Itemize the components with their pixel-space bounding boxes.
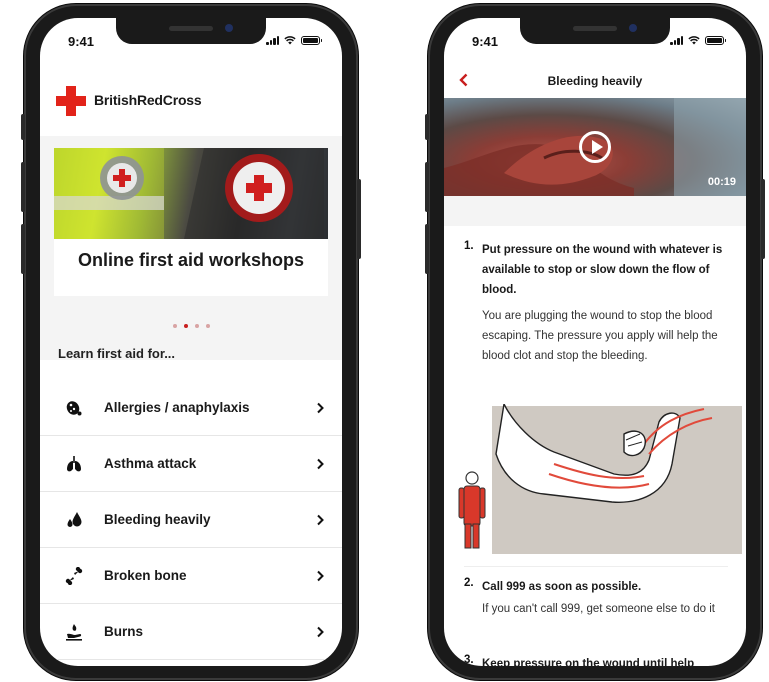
battery-icon [705, 35, 726, 45]
step-heading: Put pressure on the wound with whatever … [482, 244, 723, 296]
signal-icon [266, 35, 279, 45]
step-number: 3. [464, 654, 474, 666]
signal-icon [670, 35, 683, 45]
list-item-label: Broken bone [104, 568, 187, 583]
status-time: 9:41 [68, 34, 95, 49]
notch [520, 18, 670, 44]
mute-switch [425, 114, 429, 140]
step-1: 1. Put pressure on the wound with whatev… [464, 240, 728, 366]
scrollbar[interactable] [741, 648, 743, 666]
wifi-icon [688, 35, 700, 45]
step-heading: Keep pressure on the wound until help [482, 658, 695, 666]
battery-icon [301, 35, 322, 45]
step-number: 2. [464, 577, 474, 589]
power-button [357, 179, 361, 259]
step-2: 2. Call 999 as soon as possible. If you … [464, 566, 728, 619]
step-text: You are plugging the wound to stop the b… [482, 310, 718, 362]
list-item-label: Allergies / anaphylaxis [104, 400, 250, 415]
broken-bone-icon [64, 566, 84, 586]
status-time: 9:41 [472, 34, 499, 49]
step-number: 1. [464, 240, 474, 252]
list-item[interactable]: Bleeding heavily [40, 492, 342, 548]
banner-title: Online first aid workshops [77, 250, 305, 270]
list-item[interactable]: Asthma attack [40, 436, 342, 492]
detail-screen: 9:41 Bleeding heavily 00:19 1. Put press… [444, 18, 746, 666]
list-item[interactable]: Allergies / anaphylaxis [40, 380, 342, 436]
brand-name: BritishRedCross [94, 92, 202, 108]
carousel-pagination[interactable] [40, 324, 342, 328]
red-cross-logo-icon [56, 86, 86, 116]
notch [116, 18, 266, 44]
chevron-right-icon [317, 626, 324, 637]
play-icon[interactable] [579, 131, 611, 163]
section-divider [444, 196, 746, 226]
list-item-label: Burns [104, 624, 144, 639]
page-dot[interactable] [194, 324, 199, 328]
mute-switch [21, 114, 25, 140]
volume-down-button [21, 224, 25, 274]
video-duration: 00:19 [707, 176, 736, 188]
banner-photo [54, 148, 328, 239]
list-item-label: Asthma attack [104, 456, 197, 471]
power-button [761, 179, 765, 259]
list-item[interactable]: Burns [40, 604, 342, 660]
page-dot-active[interactable] [183, 324, 188, 328]
chevron-right-icon [317, 402, 324, 413]
bleeding-illustration [444, 404, 746, 556]
list-item-label: Bleeding heavily [104, 512, 211, 527]
workshop-banner[interactable]: Online first aid workshops [54, 148, 328, 296]
allergy-icon [64, 398, 84, 418]
page-title: Bleeding heavily [547, 74, 643, 88]
lungs-icon [64, 454, 84, 474]
step-3: 3. Keep pressure on the wound until help [464, 654, 728, 666]
brand-header: BritishRedCross [40, 62, 342, 136]
step-heading: Call 999 as soon as possible. [482, 581, 642, 593]
topic-list: Allergies / anaphylaxis Asthma attack Bl… [40, 380, 342, 660]
nav-bar: Bleeding heavily [444, 62, 746, 102]
page-dot[interactable] [172, 324, 177, 328]
volume-down-button [425, 224, 429, 274]
blood-drops-icon [64, 510, 84, 530]
burn-hand-icon [64, 622, 84, 642]
page-dot[interactable] [205, 324, 210, 328]
wifi-icon [284, 35, 296, 45]
home-screen: 9:41 BritishRedCross Online first aid wo… [40, 18, 342, 666]
left-phone: 9:41 BritishRedCross Online first aid wo… [21, 4, 361, 680]
learn-heading: Learn first aid for... [58, 346, 176, 361]
chevron-right-icon [317, 514, 324, 525]
right-phone: 9:41 Bleeding heavily 00:19 1. Put press… [425, 4, 765, 680]
video-player[interactable]: 00:19 [444, 98, 746, 196]
volume-up-button [425, 162, 429, 212]
list-item[interactable]: Broken bone [40, 548, 342, 604]
chevron-right-icon [317, 570, 324, 581]
step-text: If you can't call 999, get someone else … [482, 603, 715, 615]
chevron-right-icon [317, 458, 324, 469]
volume-up-button [21, 162, 25, 212]
